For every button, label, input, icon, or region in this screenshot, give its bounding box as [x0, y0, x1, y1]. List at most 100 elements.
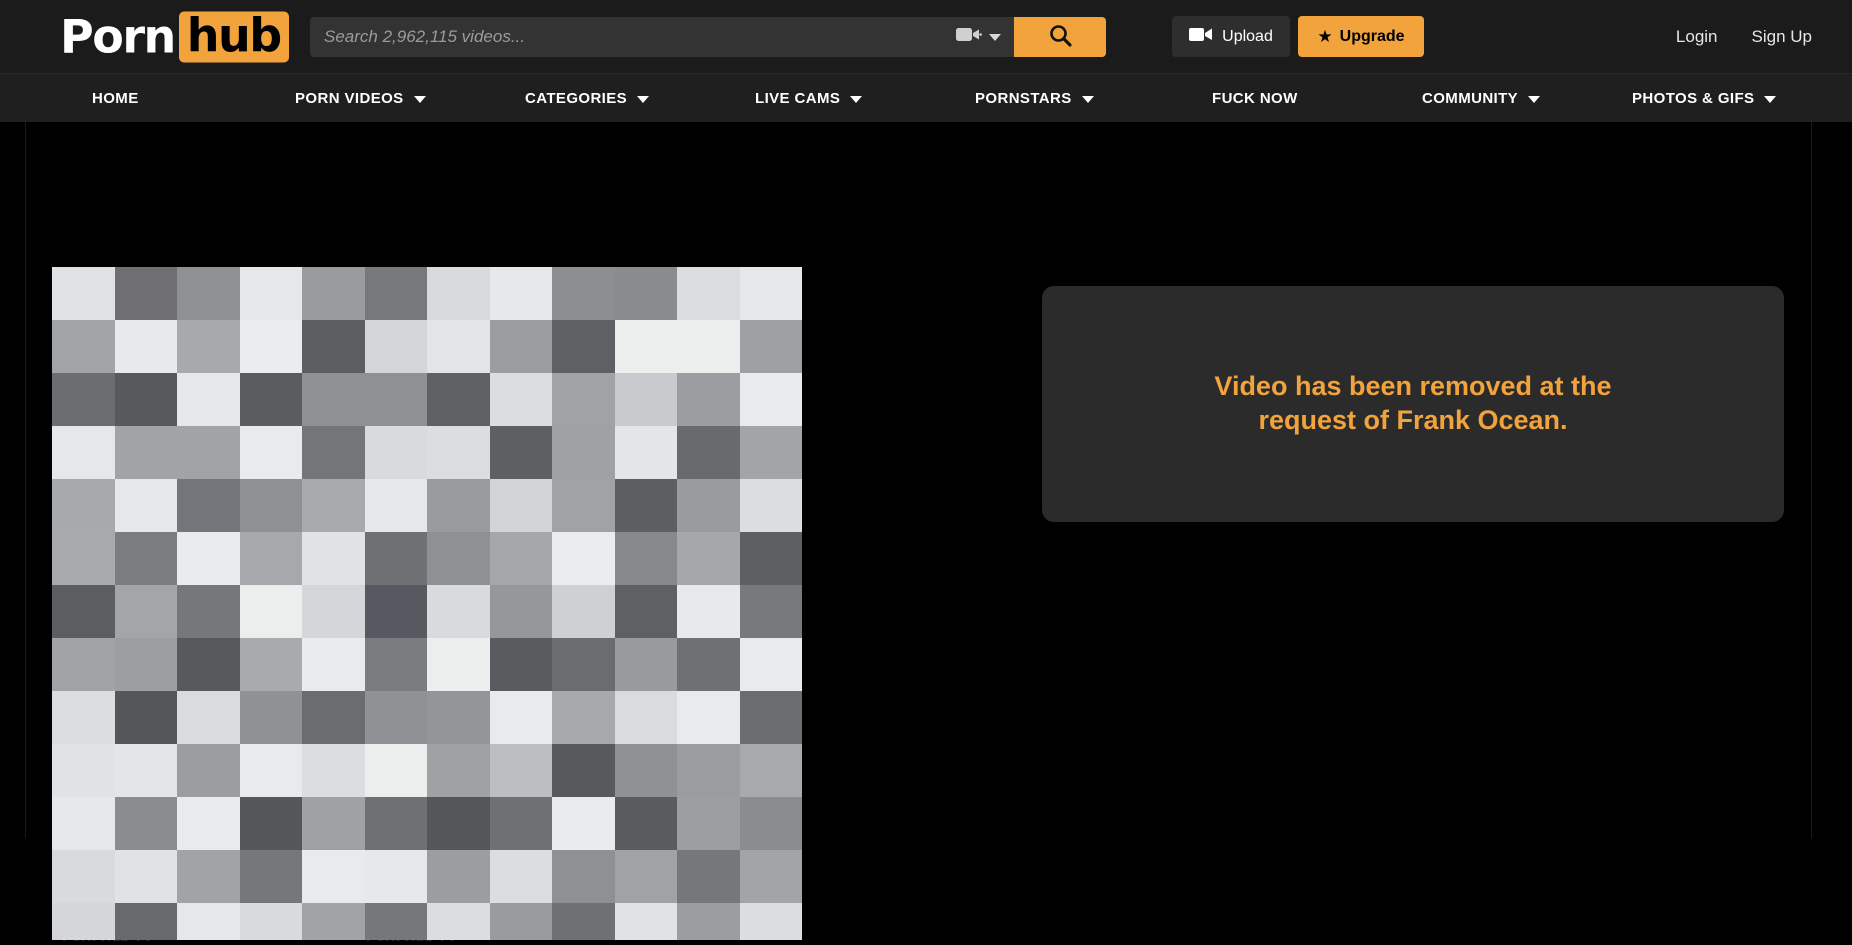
nav-item-community[interactable]: COMMUNITY [1422, 74, 1541, 122]
pixel-cell [552, 479, 615, 532]
pixel-cell [239, 903, 302, 940]
pixel-cell [739, 850, 802, 903]
pixel-cell [489, 744, 552, 797]
pixel-cell [114, 479, 177, 532]
pixel-cell [364, 320, 427, 373]
nav-item-porn-videos[interactable]: PORN VIDEOS [295, 74, 426, 122]
site-header: Porn hub Search 2,962,115 videos... Uplo… [0, 0, 1852, 73]
pixel-cell [614, 744, 677, 797]
video-removed-message: Video has been removed at the request of… [1198, 370, 1628, 438]
chevron-down-icon [1528, 95, 1541, 103]
pixel-cell [52, 691, 115, 744]
login-link[interactable]: Login [1676, 27, 1718, 47]
site-logo[interactable]: Porn hub [60, 11, 289, 62]
pixel-cell [427, 638, 490, 691]
pixel-cell [427, 850, 490, 903]
notice-line-1: Video has been removed at the [1214, 371, 1612, 402]
pixel-cell [614, 797, 677, 850]
pixel-cell [489, 850, 552, 903]
upgrade-button[interactable]: ★ Upgrade [1298, 16, 1424, 57]
signup-link[interactable]: Sign Up [1752, 27, 1812, 47]
pixel-cell [364, 426, 427, 479]
chevron-down-icon [1081, 95, 1094, 103]
pixel-cell [52, 797, 115, 850]
pixel-cell [364, 585, 427, 638]
main-navigation: HOME PORN VIDEOS CATEGORIES LIVE CAMS PORNST… [0, 73, 1852, 122]
pixel-cell [552, 532, 615, 585]
search-submit-button[interactable] [1014, 17, 1106, 57]
nav-item-categories[interactable]: CATEGORIES [525, 74, 650, 122]
pixel-cell [614, 532, 677, 585]
pixel-cell [489, 638, 552, 691]
pixel-cell [177, 850, 240, 903]
pixel-cell [114, 850, 177, 903]
pixel-cell [114, 532, 177, 585]
pixel-cell [177, 797, 240, 850]
pixel-cell [177, 532, 240, 585]
pixel-cell [489, 903, 552, 940]
censored-video-player[interactable] [52, 267, 802, 940]
pixel-cell [239, 797, 302, 850]
pixel-cell [302, 426, 365, 479]
pixel-cell [177, 373, 240, 426]
pixel-cell [427, 479, 490, 532]
pixel-cell [739, 267, 802, 320]
nav-item-home[interactable]: HOME [92, 74, 139, 122]
pixel-cell [52, 744, 115, 797]
pixel-cell [677, 426, 740, 479]
pixel-cell [614, 426, 677, 479]
search-icon [1049, 24, 1072, 50]
pixel-cell [739, 320, 802, 373]
upload-button[interactable]: Upload [1172, 16, 1290, 57]
nav-item-pornstars[interactable]: PORNSTARS [975, 74, 1094, 122]
pixel-cell [52, 903, 115, 940]
nav-item-live-cams[interactable]: LIVE CAMS [755, 74, 863, 122]
pixel-cell [177, 479, 240, 532]
nav-item-label: LIVE CAMS [755, 89, 841, 107]
nav-items-container: HOME PORN VIDEOS CATEGORIES LIVE CAMS PORNST… [0, 74, 1852, 122]
pixel-cell [427, 691, 490, 744]
pixel-cell [489, 585, 552, 638]
pixel-cell [114, 744, 177, 797]
pixel-cell [177, 267, 240, 320]
pixel-cell [114, 585, 177, 638]
pixel-cell [739, 532, 802, 585]
nav-item-label: FUCK NOW [1212, 89, 1298, 107]
nav-item-label: PORNSTARS [975, 89, 1072, 107]
pixel-cell [302, 320, 365, 373]
pixel-cell [239, 532, 302, 585]
pixel-cell [677, 797, 740, 850]
pixel-cell [677, 585, 740, 638]
pixel-cell [614, 373, 677, 426]
pixel-cell [302, 585, 365, 638]
pixel-cell [52, 267, 115, 320]
pixel-cell [552, 691, 615, 744]
star-icon: ★ [1317, 27, 1333, 46]
search-bar [310, 17, 1106, 57]
nav-item-fuck-now[interactable]: FUCK NOW [1212, 74, 1298, 122]
pixel-cell [364, 744, 427, 797]
search-input[interactable] [310, 17, 942, 57]
pixel-cell [302, 638, 365, 691]
pixel-cell [739, 744, 802, 797]
pixel-cell [52, 373, 115, 426]
video-camera-icon [955, 26, 982, 48]
pixel-cell [52, 850, 115, 903]
pixel-cell [302, 479, 365, 532]
nav-item-photos-gifs[interactable]: PHOTOS & GIFS [1632, 74, 1777, 122]
search-type-dropdown[interactable] [942, 17, 1014, 57]
pixel-cell [427, 797, 490, 850]
pixel-cell [677, 532, 740, 585]
chevron-down-icon [988, 33, 1001, 41]
pixel-cell [489, 320, 552, 373]
pixel-cell [552, 373, 615, 426]
pixel-cell [677, 373, 740, 426]
pixel-cell [364, 373, 427, 426]
pixel-cell [52, 532, 115, 585]
pixel-cell [52, 638, 115, 691]
pixel-cell [52, 479, 115, 532]
pixel-cell [552, 744, 615, 797]
chevron-down-icon [850, 95, 863, 103]
pixel-cell [427, 744, 490, 797]
pixel-cell [114, 267, 177, 320]
